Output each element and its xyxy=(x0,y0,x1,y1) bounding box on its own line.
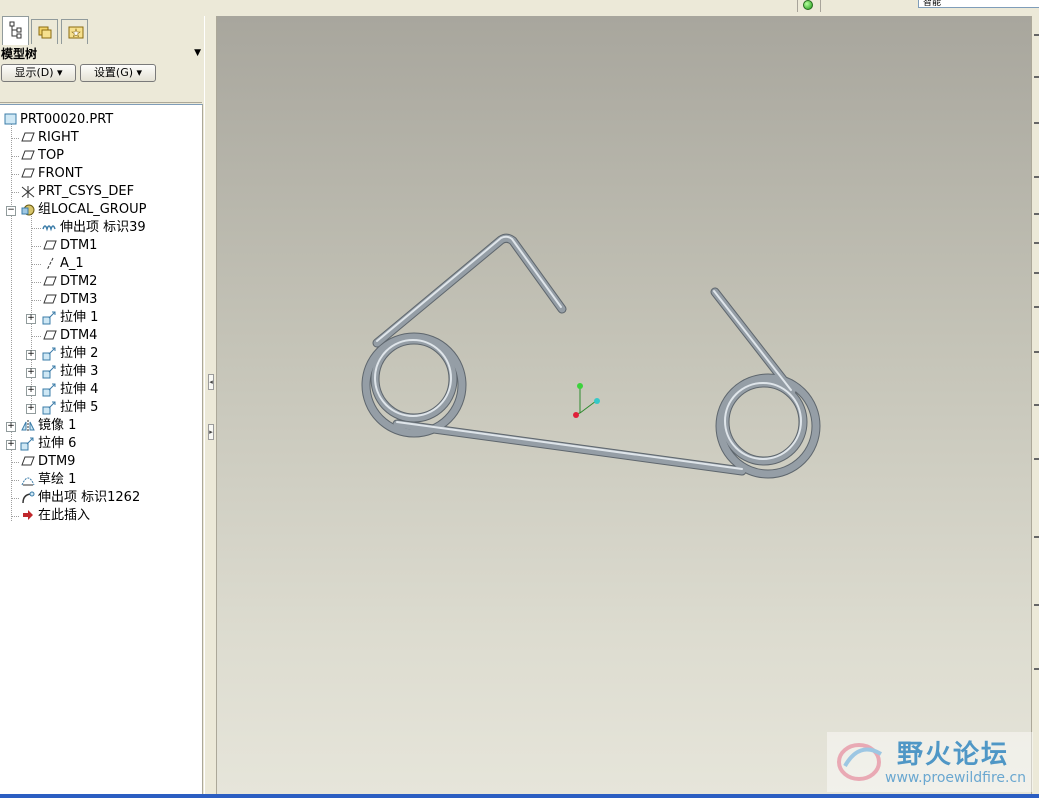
toolbar-button[interactable] xyxy=(1034,176,1039,178)
tree-connector xyxy=(31,264,41,265)
tree-connector xyxy=(11,516,19,517)
toolbar-button[interactable] xyxy=(1034,34,1039,36)
coordinate-system-icon xyxy=(20,185,36,199)
toolbar-button[interactable] xyxy=(1034,536,1039,538)
watermark-logo-icon xyxy=(837,743,883,781)
expand-toggle-icon[interactable]: + xyxy=(26,404,36,414)
tree-connector xyxy=(31,246,41,247)
datum-plane-icon xyxy=(20,167,36,181)
expand-toggle-icon[interactable]: + xyxy=(26,314,36,324)
toolbar-button[interactable] xyxy=(1034,458,1039,460)
protrusion-icon xyxy=(42,221,58,235)
watermark-url: www.proewildfire.cn xyxy=(885,770,1027,786)
panel-splitter[interactable]: ◂ ▸ xyxy=(204,16,217,794)
torsion-spring xyxy=(361,233,821,479)
toolbar-button[interactable] xyxy=(1034,242,1039,244)
tree-connector xyxy=(11,498,19,499)
tree-connector xyxy=(11,156,19,157)
toolbar-button[interactable] xyxy=(1034,76,1039,78)
extrude-icon xyxy=(42,365,58,379)
settings-button[interactable]: 设置(G) ▾ xyxy=(80,64,156,82)
expand-toggle-icon[interactable]: + xyxy=(26,368,36,378)
tab-folder-browser[interactable] xyxy=(31,19,58,44)
extrude-icon xyxy=(42,401,58,415)
tree-connector xyxy=(11,138,19,139)
mirror-icon xyxy=(20,419,36,433)
tab-favorites[interactable] xyxy=(61,19,88,44)
toolbar-separator xyxy=(797,0,798,12)
datum-plane-icon xyxy=(42,293,58,307)
sweep-icon xyxy=(20,491,36,505)
datum-plane-icon xyxy=(42,239,58,253)
model-tree-icon xyxy=(9,21,22,39)
panel-title-row: 模型树 ▼ xyxy=(0,46,204,62)
tree-connector xyxy=(31,300,41,301)
tree-connector xyxy=(11,462,19,463)
status-led-icon xyxy=(803,0,813,10)
extrude-icon xyxy=(42,347,58,361)
sketch-icon xyxy=(20,473,36,487)
datum-axis-icon xyxy=(42,257,58,271)
toolbar-button[interactable] xyxy=(1034,404,1039,406)
csys-triad-icon xyxy=(573,383,600,418)
toolbar-button[interactable] xyxy=(1034,213,1039,215)
group-icon xyxy=(20,203,36,217)
extrude-icon xyxy=(20,437,36,451)
insert-here-arrow-icon xyxy=(20,509,36,523)
taskbar-edge xyxy=(0,794,1039,798)
filter-combo[interactable]: 智能 xyxy=(918,0,1039,8)
favorites-icon xyxy=(68,26,84,39)
tree-connector xyxy=(31,336,41,337)
panel-title: 模型树 xyxy=(1,47,38,61)
toolbar-button[interactable] xyxy=(1034,668,1039,670)
folder-browser-icon xyxy=(38,26,52,39)
extrude-icon xyxy=(42,311,58,325)
graphics-viewport[interactable] xyxy=(217,16,1031,794)
tree-connector xyxy=(31,282,41,283)
collapse-left-arrow-icon[interactable]: ◂ xyxy=(208,374,214,390)
tree-connector xyxy=(11,192,19,193)
tree-column-header xyxy=(0,86,202,103)
datum-plane-icon xyxy=(20,149,36,163)
toolbar-separator xyxy=(820,0,821,12)
watermark-title: 野火论坛 xyxy=(897,740,1010,770)
datum-plane-icon xyxy=(42,329,58,343)
expand-toggle-icon[interactable]: + xyxy=(6,440,16,450)
part-icon xyxy=(3,113,19,127)
tab-model-tree[interactable] xyxy=(2,16,29,45)
toolbar-button[interactable] xyxy=(1034,306,1039,308)
datum-plane-icon xyxy=(42,275,58,289)
tree-connector xyxy=(11,174,19,175)
extrude-icon xyxy=(42,383,58,397)
navigator-panel: 模型树 ▼ 显示(D) ▾ 设置(G) ▾ PRT00020.PRT RIGHT… xyxy=(0,16,204,794)
toolbar-button[interactable] xyxy=(1034,604,1039,606)
spring-model xyxy=(361,233,821,479)
toolbar-button[interactable] xyxy=(1034,272,1039,274)
forum-watermark: 野火论坛 www.proewildfire.cn xyxy=(827,732,1033,792)
show-button[interactable]: 显示(D) ▾ xyxy=(1,64,76,82)
right-feature-toolbar xyxy=(1031,16,1039,794)
datum-plane-icon xyxy=(20,455,36,469)
navigator-tabs xyxy=(0,16,204,46)
toolbar-button[interactable] xyxy=(1034,122,1039,124)
tree-connector xyxy=(11,480,19,481)
toolbar-button[interactable] xyxy=(1034,351,1039,353)
panel-menu-arrow-icon[interactable]: ▼ xyxy=(194,48,201,58)
top-toolbar-strip: 智能 xyxy=(0,0,1039,17)
datum-plane-icon xyxy=(20,131,36,145)
collapse-toggle-icon[interactable]: − xyxy=(6,206,16,216)
expand-toggle-icon[interactable]: + xyxy=(26,386,36,396)
expand-toggle-icon[interactable]: + xyxy=(6,422,16,432)
model-tree: PRT00020.PRT RIGHT TOP FRONT PRT_CSYS_DE… xyxy=(0,104,203,794)
expand-toggle-icon[interactable]: + xyxy=(26,350,36,360)
expand-right-arrow-icon[interactable]: ▸ xyxy=(208,424,214,440)
tree-connector xyxy=(31,228,41,229)
